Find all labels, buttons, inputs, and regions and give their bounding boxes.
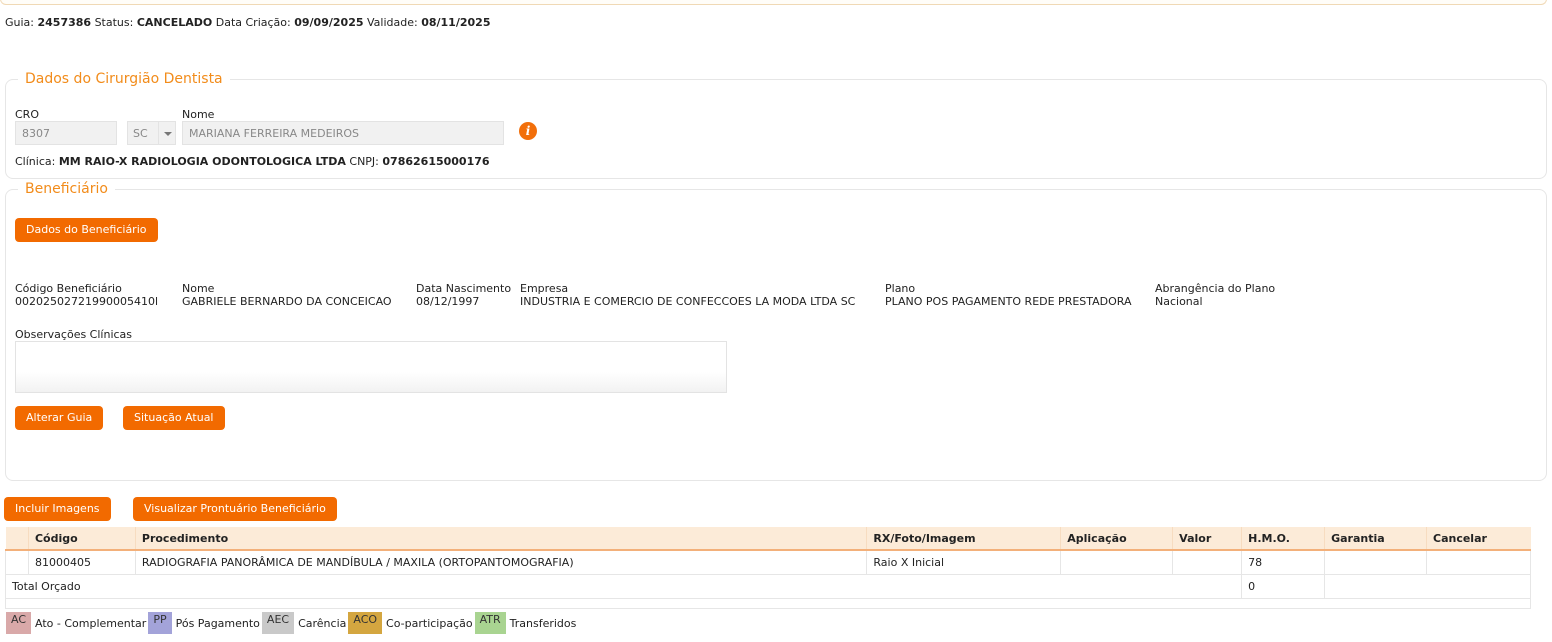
criacao-value: 09/09/2025 bbox=[294, 16, 364, 29]
col-header-cancelar: Cancelar bbox=[1426, 527, 1531, 551]
empresa-column: Empresa INDUSTRIA E COMERCIO DE CONFECCO… bbox=[520, 282, 855, 308]
visualizar-prontuario-button[interactable]: Visualizar Prontuário Beneficiário bbox=[133, 497, 337, 521]
legend-atr-label: Transferidos bbox=[509, 616, 577, 630]
legend-ac-label: Ato - Complementar bbox=[35, 616, 147, 630]
table-header-row: Código Procedimento RX/Foto/Imagem Aplic… bbox=[5, 527, 1531, 551]
abrangencia-label: Abrangência do Plano bbox=[1155, 282, 1276, 295]
status-value: CANCELADO bbox=[136, 16, 213, 29]
cell-procedimento: RADIOGRAFIA PANORÂMICA DE MANDÍBULA / MA… bbox=[134, 549, 868, 575]
cell-garantia bbox=[1324, 549, 1427, 575]
observacoes-textarea[interactable] bbox=[15, 341, 727, 393]
status-legend: AC Ato - Complementar PP Pós Pagamento A… bbox=[6, 612, 578, 634]
col-header-valor: Valor bbox=[1172, 527, 1242, 551]
data-nascimento-label: Data Nascimento bbox=[416, 282, 512, 295]
col-header-hmo: H.M.O. bbox=[1241, 527, 1325, 551]
plano-label: Plano bbox=[885, 282, 916, 295]
beneficiario-nome-column: Nome GABRIELE BERNARDO DA CONCEICAO bbox=[182, 282, 392, 308]
chevron-down-icon[interactable] bbox=[158, 121, 176, 145]
col-header-garantia: Garantia bbox=[1324, 527, 1427, 551]
total-empty-cell bbox=[1324, 573, 1531, 599]
col-header-select bbox=[5, 527, 29, 551]
beneficiary-section-title: Beneficiário bbox=[25, 181, 108, 197]
cell-aplicacao bbox=[1060, 549, 1174, 575]
info-icon[interactable]: i bbox=[519, 122, 537, 140]
top-panel-edge bbox=[0, 0, 1547, 5]
beneficiario-nome-value: GABRIELE BERNARDO DA CONCEICAO bbox=[182, 295, 392, 308]
legend-aco-badge: ACO bbox=[348, 612, 383, 634]
empresa-value: INDUSTRIA E COMERCIO DE CONFECCOES LA MO… bbox=[520, 295, 856, 308]
codigo-beneficiario-value: 00202502721990005410l bbox=[15, 295, 159, 308]
cnpj-label: CNPJ: bbox=[349, 155, 379, 168]
beneficiario-nome-label: Nome bbox=[182, 282, 215, 295]
criacao-label: Data Criação: bbox=[215, 16, 291, 29]
empresa-label: Empresa bbox=[520, 282, 569, 295]
guide-info-line: Guia: 2457386 Status: CANCELADO Data Cri… bbox=[5, 16, 490, 29]
total-row: Total Orçado 0 bbox=[4, 573, 1531, 599]
table-row[interactable]: 81000405 RADIOGRAFIA PANORÂMICA DE MANDÍ… bbox=[5, 549, 1531, 575]
validade-label: Validade: bbox=[367, 16, 418, 29]
clinica-line: Clínica: MM RAIO-X RADIOLOGIA ODONTOLOGI… bbox=[15, 155, 490, 168]
clinica-label: Clínica: bbox=[15, 155, 56, 168]
cro-field[interactable]: 8307 bbox=[15, 121, 117, 145]
col-header-codigo: Código bbox=[27, 527, 136, 551]
legend-ac-badge: AC bbox=[6, 612, 32, 634]
alterar-guia-button[interactable]: Alterar Guia bbox=[15, 406, 104, 430]
codigo-beneficiario-column: Código Beneficiário 00202502721990005410… bbox=[15, 282, 158, 308]
cell-valor bbox=[1172, 549, 1243, 575]
status-label: Status: bbox=[94, 16, 134, 29]
situacao-atual-button[interactable]: Situação Atual bbox=[123, 406, 225, 430]
dados-beneficiario-button[interactable]: Dados do Beneficiário bbox=[15, 218, 158, 242]
col-header-procedimento: Procedimento bbox=[134, 527, 867, 551]
procedures-table: Código Procedimento RX/Foto/Imagem Aplic… bbox=[4, 527, 1531, 609]
plano-value: PLANO POS PAGAMENTO REDE PRESTADORA bbox=[885, 295, 1132, 308]
incluir-imagens-button[interactable]: Incluir Imagens bbox=[4, 497, 111, 521]
data-nascimento-column: Data Nascimento 08/12/1997 bbox=[416, 282, 511, 308]
legend-aec-badge: AEC bbox=[261, 612, 295, 634]
observacoes-label: Observações Clínicas bbox=[15, 328, 133, 341]
table-footer-spacer bbox=[5, 597, 1531, 609]
legend-aec-label: Carência bbox=[298, 616, 347, 630]
abrangencia-column: Abrangência do Plano Nacional bbox=[1155, 282, 1275, 308]
legend-aco-label: Co-participação bbox=[386, 616, 473, 630]
cell-cancelar[interactable] bbox=[1426, 549, 1531, 575]
legend-atr-badge: ATR bbox=[474, 612, 506, 634]
cell-select[interactable] bbox=[5, 549, 29, 575]
cnpj-value: 07862615000176 bbox=[382, 155, 490, 168]
uf-select[interactable]: SC bbox=[127, 121, 176, 145]
legend-pp-label: Pós Pagamento bbox=[175, 616, 260, 630]
cro-label: CRO bbox=[15, 108, 39, 121]
total-hmo-value: 0 bbox=[1241, 573, 1326, 599]
uf-select-value[interactable]: SC bbox=[127, 121, 158, 145]
legend-pp-badge: PP bbox=[148, 612, 172, 634]
guia-number: 2457386 bbox=[37, 16, 92, 29]
plano-column: Plano PLANO POS PAGAMENTO REDE PRESTADOR… bbox=[885, 282, 1132, 308]
beneficiary-section: Beneficiário bbox=[5, 181, 1547, 481]
guia-label: Guia: bbox=[5, 16, 34, 29]
validade-value: 08/11/2025 bbox=[421, 16, 491, 29]
dentist-name-field[interactable]: MARIANA FERREIRA MEDEIROS bbox=[182, 121, 504, 145]
clinica-value: MM RAIO-X RADIOLOGIA ODONTOLOGICA LTDA bbox=[58, 155, 346, 168]
codigo-beneficiario-label: Código Beneficiário bbox=[15, 282, 122, 295]
total-orcado-label: Total Orçado bbox=[4, 573, 1243, 599]
abrangencia-value: Nacional bbox=[1155, 295, 1203, 308]
col-header-aplicacao: Aplicação bbox=[1060, 527, 1173, 551]
dentist-name-label: Nome bbox=[182, 108, 215, 121]
col-header-rx: RX/Foto/Imagem bbox=[866, 527, 1061, 551]
cell-rx: Raio X Inicial bbox=[866, 549, 1062, 575]
cell-codigo: 81000405 bbox=[27, 549, 136, 575]
dentist-section-title: Dados do Cirurgião Dentista bbox=[25, 71, 223, 87]
cell-hmo: 78 bbox=[1241, 549, 1326, 575]
data-nascimento-value: 08/12/1997 bbox=[416, 295, 480, 308]
